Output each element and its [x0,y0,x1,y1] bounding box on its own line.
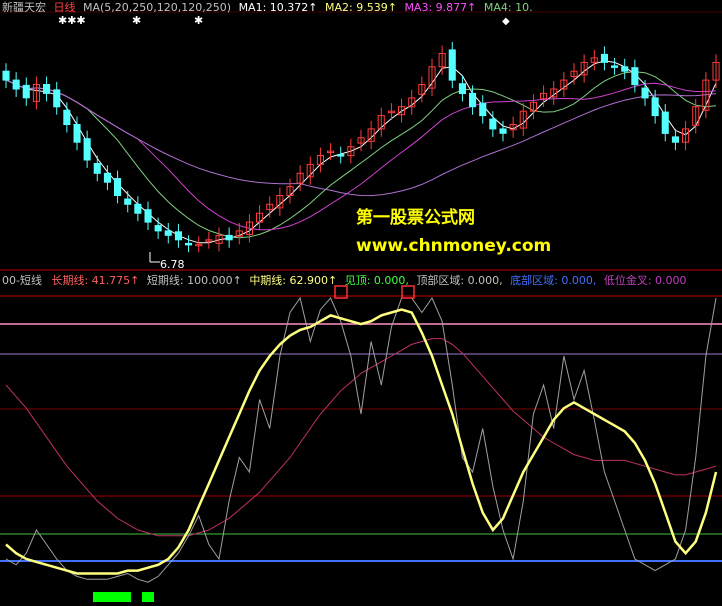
candle-body [651,97,659,117]
candle-body [124,198,132,205]
star-icon: ✱ [194,14,203,27]
candle-body [53,89,61,108]
candle-body [2,70,10,81]
candle-body [469,92,477,108]
chart-canvas: 6.78 ✱✱✱ ✱ ✱ ◆ 新疆天宏 日线 MA(5,20,250,120,1… [0,0,722,602]
candle-body [185,242,193,246]
candle-body [134,203,142,214]
candle-body [621,66,629,72]
candle-body [93,163,101,174]
star-icon: ✱✱✱ [58,14,86,27]
watermark-url: www.chnmoney.com [356,236,552,256]
diamond-icon: ◆ [502,16,510,27]
candle-body [22,84,30,99]
top-signal-value: 见顶: 0.000, [345,274,409,287]
candle-body [114,178,122,197]
period-label: 日线 [54,0,76,14]
candle-body [144,209,152,223]
stock-name: 新疆天宏 [2,0,46,14]
short-line-value: 短期线: 100.000↑ [147,273,242,287]
long-line-value: 长期线: 41.775↑ [51,273,139,287]
green-signal-bar [142,592,154,602]
candle-body [479,102,487,117]
candle-body [63,109,71,126]
candle-body [661,111,669,134]
ma3-value: MA3: 9.877↑ [404,1,476,14]
candle-body [641,87,649,99]
candle-body [458,83,466,94]
indicator-name: 00-短线 [2,273,42,287]
star-icon: ✱ [132,14,141,27]
low-price-label: 6.78 [160,258,185,271]
candle-body [499,128,507,134]
candle-body [12,79,20,90]
candle-body [611,65,619,68]
candle-body [225,234,233,241]
low-cross-value: 低位金叉: 0.000 [604,273,687,287]
indicator-panel [5,296,718,583]
candle-body [448,49,456,81]
candle-body [83,138,91,161]
candle-body [43,84,51,94]
candle-body [600,53,609,63]
long-term-line [5,338,717,537]
candle-body [73,124,81,143]
candle-body [164,230,172,236]
candle-body [489,118,497,130]
candle-body [103,172,112,183]
candle-body [337,154,345,157]
candle-body [631,67,639,86]
watermark-title: 第一股票公式网 [356,208,475,228]
green-signal-bar [93,592,131,602]
candle-body [154,225,162,232]
candle-body [174,231,182,241]
top-zone-value: 顶部区域: 0.000, [416,273,502,287]
short-term-line [5,296,717,583]
ma2-value: MA2: 9.539↑ [325,1,397,14]
ma1-value: MA1: 10.372↑ [239,1,318,14]
candle-body [671,136,680,143]
mid-line-value: 中期线: 62.900↑ [249,273,337,287]
ma-params: MA(5,20,250,120,120,250) [83,1,231,14]
bottom-zone-value: 底部区域: 0.000, [510,273,596,287]
indicator-header: 00-短线 长期线: 41.775↑ 短期线: 100.000↑ 中期线: 62… [2,273,687,287]
ma4-value: MA4: 10. [484,1,533,14]
